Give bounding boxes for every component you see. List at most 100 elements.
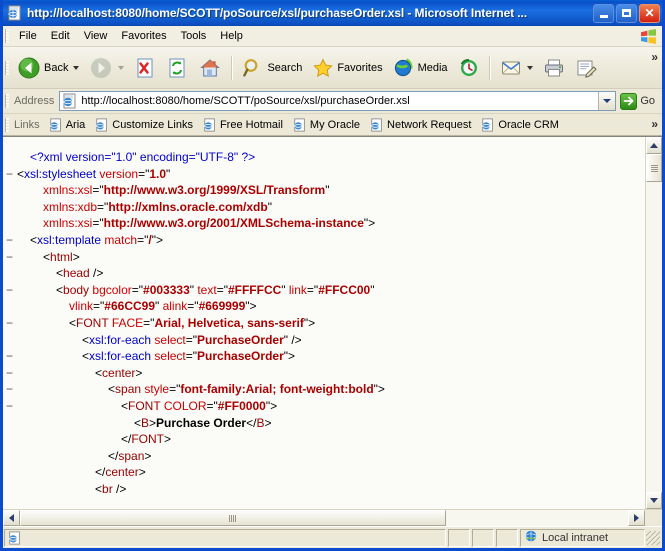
xml-token: span [118, 448, 145, 463]
star-icon [313, 57, 334, 77]
address-drag-grip[interactable] [5, 94, 9, 108]
xml-token: =" [185, 349, 198, 364]
mail-button[interactable] [495, 51, 538, 85]
link-item-my-oracle[interactable]: My Oracle [288, 117, 365, 133]
link-label: Oracle CRM [498, 118, 559, 131]
xml-token: </ [95, 465, 106, 480]
minimize-button[interactable] [593, 3, 614, 23]
home-button[interactable] [193, 51, 227, 85]
vertical-scroll-track[interactable] [646, 154, 662, 492]
xml-line: <head /> [17, 265, 645, 282]
toolbar-overflow-button[interactable]: » [651, 50, 658, 64]
xml-token: < [95, 365, 103, 380]
link-item-aria[interactable]: Aria [44, 117, 91, 133]
forward-button[interactable] [84, 51, 129, 85]
search-button[interactable]: Search [237, 51, 307, 85]
collapse-toggle-icon[interactable]: − [6, 349, 13, 363]
xml-token: xmlns:xsl [43, 183, 93, 198]
window-controls: ✕ [593, 3, 660, 23]
favorites-button[interactable]: Favorites [307, 51, 387, 85]
resize-grip[interactable] [646, 530, 660, 545]
back-button[interactable]: Back [12, 51, 84, 85]
ie-document-icon [370, 117, 384, 132]
collapse-toggle-icon[interactable]: − [6, 167, 13, 181]
xml-token: =" [137, 232, 149, 247]
link-item-free-hotmail[interactable]: Free Hotmail [198, 117, 288, 133]
menu-favorites[interactable]: Favorites [114, 28, 173, 44]
media-button[interactable]: Media [388, 51, 453, 85]
xml-token: < [17, 166, 25, 181]
xml-line: </FONT> [17, 431, 645, 448]
xml-token: center [105, 465, 139, 480]
menu-edit[interactable]: Edit [44, 28, 77, 44]
back-dropdown-icon[interactable] [73, 65, 80, 70]
grip-lines-icon [229, 514, 237, 522]
xml-token: #FF0000 [217, 398, 266, 413]
xml-line: <B>Purchase Order</B> [17, 415, 645, 432]
xml-token: body [63, 282, 90, 297]
xml-token: version [99, 166, 139, 181]
edit-button[interactable] [570, 51, 602, 85]
horizontal-scrollbar[interactable] [3, 509, 662, 526]
collapse-toggle-icon[interactable]: − [6, 233, 13, 247]
horizontal-scroll-track[interactable] [20, 510, 628, 526]
vertical-scroll-thumb[interactable] [646, 154, 662, 182]
close-icon: ✕ [644, 6, 655, 20]
ie-document-icon [49, 117, 63, 132]
menu-view[interactable]: View [77, 28, 115, 44]
scroll-right-button[interactable] [628, 510, 645, 526]
xml-token: B [141, 415, 150, 430]
link-item-network-request[interactable]: Network Request [365, 117, 476, 133]
history-button[interactable] [453, 51, 485, 85]
chevron-up-icon [650, 143, 658, 148]
menu-drag-grip[interactable] [5, 29, 9, 43]
toolbar-drag-grip[interactable] [5, 60, 9, 75]
refresh-icon [169, 58, 185, 77]
collapse-toggle-icon[interactable]: − [6, 316, 13, 330]
address-input[interactable]: http://localhost:8080/home/SCOTT/poSourc… [59, 91, 617, 111]
security-zone-label: Local intranet [542, 531, 609, 544]
print-button[interactable] [538, 51, 570, 85]
menu-file[interactable]: File [12, 28, 44, 44]
menu-tools[interactable]: Tools [174, 28, 214, 44]
xml-token: </ [246, 415, 257, 430]
collapse-toggle-icon[interactable]: − [6, 382, 13, 396]
forward-dropdown-icon[interactable] [118, 65, 125, 70]
collapse-toggle-icon[interactable]: − [6, 366, 13, 380]
scroll-left-button[interactable] [3, 510, 20, 526]
xml-line: − <xsl:template match="/"> [6, 232, 645, 249]
mail-dropdown-icon[interactable] [526, 65, 533, 70]
refresh-button[interactable] [161, 51, 193, 85]
xml-token: "> [245, 299, 257, 314]
links-label: Links [14, 118, 40, 131]
xml-token: < [82, 349, 90, 364]
horizontal-scroll-thumb[interactable] [20, 510, 446, 526]
collapse-toggle-icon[interactable]: − [6, 399, 13, 413]
xml-token: FACE [111, 315, 144, 330]
link-label: Free Hotmail [219, 118, 283, 131]
xml-token: < [121, 398, 129, 413]
links-drag-grip[interactable] [5, 117, 9, 132]
xml-token: xsl:for-each [89, 349, 152, 364]
security-zone-pane[interactable]: Local intranet [520, 528, 645, 547]
scroll-down-button[interactable] [646, 492, 662, 509]
ie-document-icon [203, 117, 217, 132]
links-overflow-button[interactable]: » [651, 117, 658, 131]
collapse-toggle-icon[interactable]: − [6, 250, 13, 264]
address-dropdown-button[interactable] [598, 92, 616, 110]
link-item-oracle-crm[interactable]: Oracle CRM [476, 117, 564, 133]
maximize-button[interactable] [616, 3, 637, 23]
vertical-scrollbar[interactable] [645, 137, 662, 509]
collapse-toggle-icon[interactable]: − [6, 283, 13, 297]
stop-button[interactable] [129, 51, 161, 85]
status-pane-2 [448, 528, 470, 547]
close-button[interactable]: ✕ [639, 3, 660, 23]
scroll-up-button[interactable] [646, 137, 662, 154]
go-button[interactable]: Go [616, 92, 660, 110]
xml-token: < [43, 249, 51, 264]
xml-token: < [56, 266, 64, 281]
link-item-customize-links[interactable]: Customize Links [90, 117, 198, 133]
menu-help[interactable]: Help [213, 28, 250, 44]
xml-tree-view[interactable]: <?xml version="1.0" encoding="UTF-8" ?> −… [3, 137, 645, 509]
address-value[interactable]: http://localhost:8080/home/SCOTT/poSourc… [81, 95, 598, 107]
